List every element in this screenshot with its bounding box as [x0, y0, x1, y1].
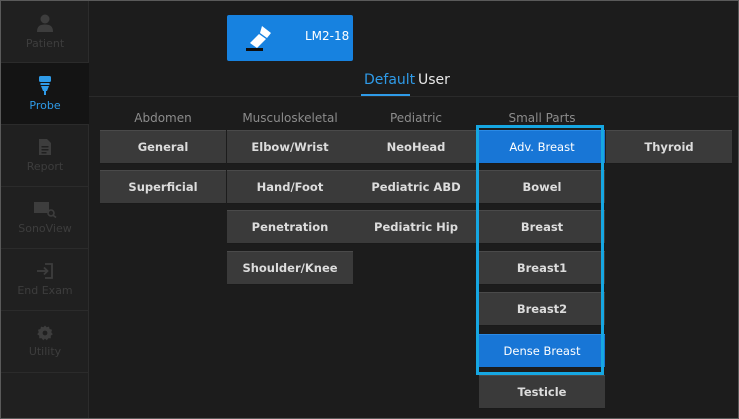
preset-button[interactable]: Breast1: [479, 251, 605, 285]
sidebar-item-label: Probe: [29, 99, 61, 112]
divider: [89, 96, 738, 97]
sidebar: Patient Probe Report SonoView End Exam U…: [1, 1, 89, 418]
preset-button[interactable]: Testicle: [479, 375, 605, 409]
probe-icon: [39, 76, 51, 95]
gear-icon: [37, 325, 53, 341]
preset-button[interactable]: Hand/Foot: [227, 170, 353, 204]
preset-button[interactable]: Shoulder/Knee: [227, 251, 353, 285]
preset-button[interactable]: Breast2: [479, 292, 605, 326]
sidebar-item-label: SonoView: [18, 222, 72, 235]
divider: [1, 372, 89, 373]
preset-button[interactable]: General: [100, 130, 226, 164]
transducer-icon: [246, 26, 271, 51]
preset-button[interactable]: Breast: [479, 210, 605, 244]
preset-button[interactable]: Pediatric ABD: [353, 170, 479, 204]
sidebar-item-sonoview[interactable]: SonoView: [1, 187, 89, 248]
column-header-small-parts: Small Parts: [508, 111, 576, 125]
exit-icon: [37, 263, 53, 279]
probe-label: LM2-18: [305, 29, 350, 43]
sidebar-item-end-exam[interactable]: End Exam: [1, 249, 89, 310]
sidebar-item-report[interactable]: Report: [1, 125, 89, 186]
probe-button[interactable]: LM2-18: [227, 15, 353, 61]
preset-button[interactable]: Elbow/Wrist: [227, 130, 353, 164]
sidebar-item-label: Utility: [28, 345, 62, 358]
image-search-icon: [34, 202, 57, 218]
preset-button[interactable]: NeoHead: [353, 130, 479, 164]
column-header-musculoskeletal: Musculoskeletal: [242, 111, 338, 125]
preset-button[interactable]: Pediatric Hip: [353, 210, 479, 244]
sidebar-item-label: Patient: [25, 37, 65, 50]
sidebar-item-probe[interactable]: Probe: [1, 63, 89, 124]
document-icon: [39, 139, 51, 155]
column-header-abdomen: Abdomen: [134, 111, 192, 125]
tab-user[interactable]: User: [418, 72, 450, 88]
preset-button[interactable]: Penetration: [227, 210, 353, 244]
preset-button[interactable]: Superficial: [100, 170, 226, 204]
preset-button[interactable]: Thyroid: [606, 130, 732, 164]
sidebar-item-utility[interactable]: Utility: [1, 311, 89, 372]
tab-default[interactable]: Default: [364, 72, 415, 88]
sidebar-item-label: End Exam: [17, 284, 73, 297]
sidebar-item-label: Report: [26, 160, 64, 173]
preset-button-selected[interactable]: Dense Breast: [479, 334, 605, 368]
preset-button[interactable]: Bowel: [479, 170, 605, 204]
person-icon: [37, 14, 53, 32]
sidebar-item-patient[interactable]: Patient: [1, 1, 89, 62]
preset-button-selected[interactable]: Adv. Breast: [479, 130, 605, 164]
column-header-pediatric: Pediatric: [389, 111, 443, 125]
